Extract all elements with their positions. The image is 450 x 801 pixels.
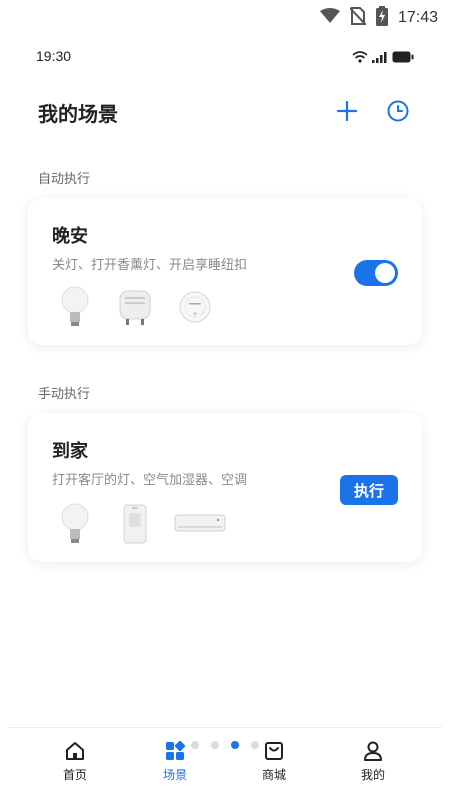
toggle-knob [375,263,395,283]
page-dot [251,741,259,749]
wifi-icon [352,48,368,67]
scene-title: 晚安 [52,226,88,247]
execute-button[interactable]: 执行 [340,475,398,505]
svg-text:+: + [192,311,197,318]
system-status-bar: 17:43 [0,0,450,32]
nav-label: 场景 [162,768,187,782]
no-sim-icon [349,7,367,29]
status-icons [352,48,414,67]
page-dot-active [231,741,239,749]
nav-label: 商城 [261,768,286,782]
air-conditioner-icon [172,501,228,547]
scene-title: 到家 [52,441,88,462]
wifi-icon [319,8,340,28]
light-bulb-icon [52,284,98,330]
scene-card-goodnight[interactable]: 晚安 关灯、打开香薰灯、开启享睡纽扣 + [28,198,422,345]
aroma-diffuser-icon [112,284,158,330]
page-dot [191,741,199,749]
nav-label: 首页 [62,768,87,782]
add-scene-button[interactable] [332,96,362,126]
scene-toggle[interactable] [354,260,398,286]
nav-label: 我的 [360,768,385,782]
scene-description: 打开客厅的灯、空气加湿器、空调 [52,473,248,488]
clock-icon [387,100,409,122]
status-time: 19:30 [36,48,72,64]
page-indicator [0,741,450,749]
page-dot [211,741,219,749]
history-button[interactable] [383,96,413,126]
battery-charging-icon [375,6,388,30]
sleep-button-device-icon: + [172,284,218,330]
plus-icon [336,100,358,122]
signal-icon [372,48,388,67]
scene-card-arrive-home[interactable]: 到家 打开客厅的灯、空气加湿器、空调 执行 [28,413,422,562]
section-label-manual: 手动执行 [38,387,91,402]
header: 我的场景 [8,94,442,128]
system-status-icons: 17:43 [319,6,438,30]
section-label-auto: 自动执行 [38,172,91,187]
app-screen: 19:30 我的场景 自动执行 晚安 关灯、打开香薰灯、开启享睡纽扣 + 手动执… [8,32,442,801]
page-title: 我的场景 [38,102,118,126]
light-bulb-icon [52,501,98,547]
app-status-bar: 19:30 [8,32,442,82]
device-list [52,501,228,547]
battery-icon [392,48,414,67]
humidifier-icon [112,501,158,547]
system-time: 17:43 [397,9,438,26]
scene-description: 关灯、打开香薰灯、开启享睡纽扣 [52,258,248,273]
device-list: + [52,284,218,330]
bottom-nav: 首页 场景 商城 我的 [8,727,442,801]
